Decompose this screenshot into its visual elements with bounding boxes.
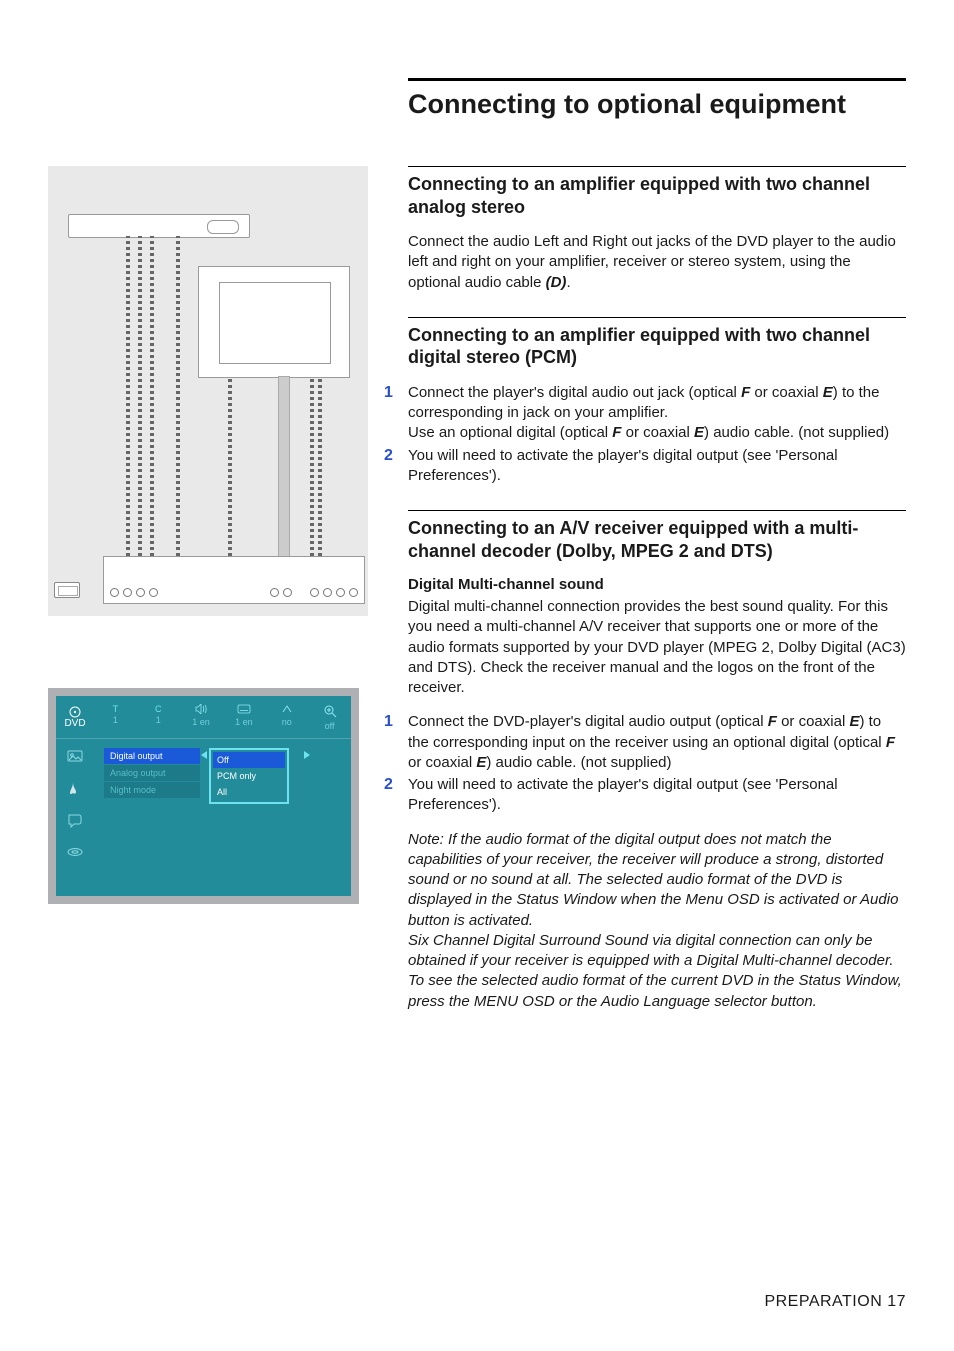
page-title: Connecting to optional equipment xyxy=(408,89,906,120)
features-icon xyxy=(67,844,83,860)
step-pcm-1: 1 Connect the player's digital audio out… xyxy=(384,383,906,444)
osd-val-3: 1 en xyxy=(222,718,265,727)
heading-analog: Connecting to an amplifier equipped with… xyxy=(408,173,906,218)
sub-item-off: Off xyxy=(213,752,285,768)
connection-diagram xyxy=(48,166,368,616)
step-av-1: 1 Connect the DVD-player's digital audio… xyxy=(384,712,906,773)
angle-icon xyxy=(281,704,293,714)
arrow-left-icon xyxy=(201,751,207,759)
dvd-logo: DVD xyxy=(64,718,85,729)
sound-tab-icon xyxy=(67,780,83,796)
osd-submenu: Off PCM only All xyxy=(209,748,289,804)
subhead-digital-multi: Digital Multi-channel sound xyxy=(408,576,906,593)
subtitle-icon xyxy=(237,704,251,714)
audio-icon xyxy=(195,704,207,714)
menu-item-digital-output: Digital output xyxy=(104,748,200,764)
menu-item-analog-output: Analog output xyxy=(104,765,200,781)
menu-item-night-mode: Night mode xyxy=(104,782,200,798)
disc-icon xyxy=(69,706,81,718)
note-av: Note: If the audio format of the digital… xyxy=(408,830,906,1012)
page-footer: PREPARATION 17 xyxy=(764,1293,906,1311)
osd-val-1: 1 xyxy=(137,716,180,725)
language-icon xyxy=(67,812,83,828)
section-av-receiver: Connecting to an A/V receiver equipped w… xyxy=(408,510,906,1012)
sub-item-pcm: PCM only xyxy=(213,768,285,784)
section-analog-stereo: Connecting to an amplifier equipped with… xyxy=(408,166,906,293)
para-av: Digital multi-channel connection provide… xyxy=(408,597,906,698)
osd-val-2: 1 en xyxy=(180,718,223,727)
step-av-2: 2 You will need to activate the player's… xyxy=(384,775,906,816)
step-pcm-2: 2 You will need to activate the player's… xyxy=(384,446,906,487)
osd-menu: Digital output Analog output Night mode xyxy=(104,748,200,799)
osd-val-5: off xyxy=(308,722,351,731)
osd-val-0: 1 xyxy=(94,716,137,725)
osd-screenshot: DVD T1 C1 1 en 1 en no xyxy=(48,688,359,904)
sub-item-all: All xyxy=(213,784,285,800)
osd-val-4: no xyxy=(265,718,308,727)
heading-pcm: Connecting to an amplifier equipped with… xyxy=(408,324,906,369)
heading-av: Connecting to an A/V receiver equipped w… xyxy=(408,517,906,562)
zoom-icon xyxy=(323,704,337,718)
section-pcm: Connecting to an amplifier equipped with… xyxy=(408,317,906,486)
picture-icon xyxy=(67,748,83,764)
para-analog: Connect the audio Left and Right out jac… xyxy=(408,232,906,293)
osd-top-c: C xyxy=(137,704,180,714)
arrow-right-icon xyxy=(304,751,310,759)
osd-top-t: T xyxy=(94,704,137,714)
